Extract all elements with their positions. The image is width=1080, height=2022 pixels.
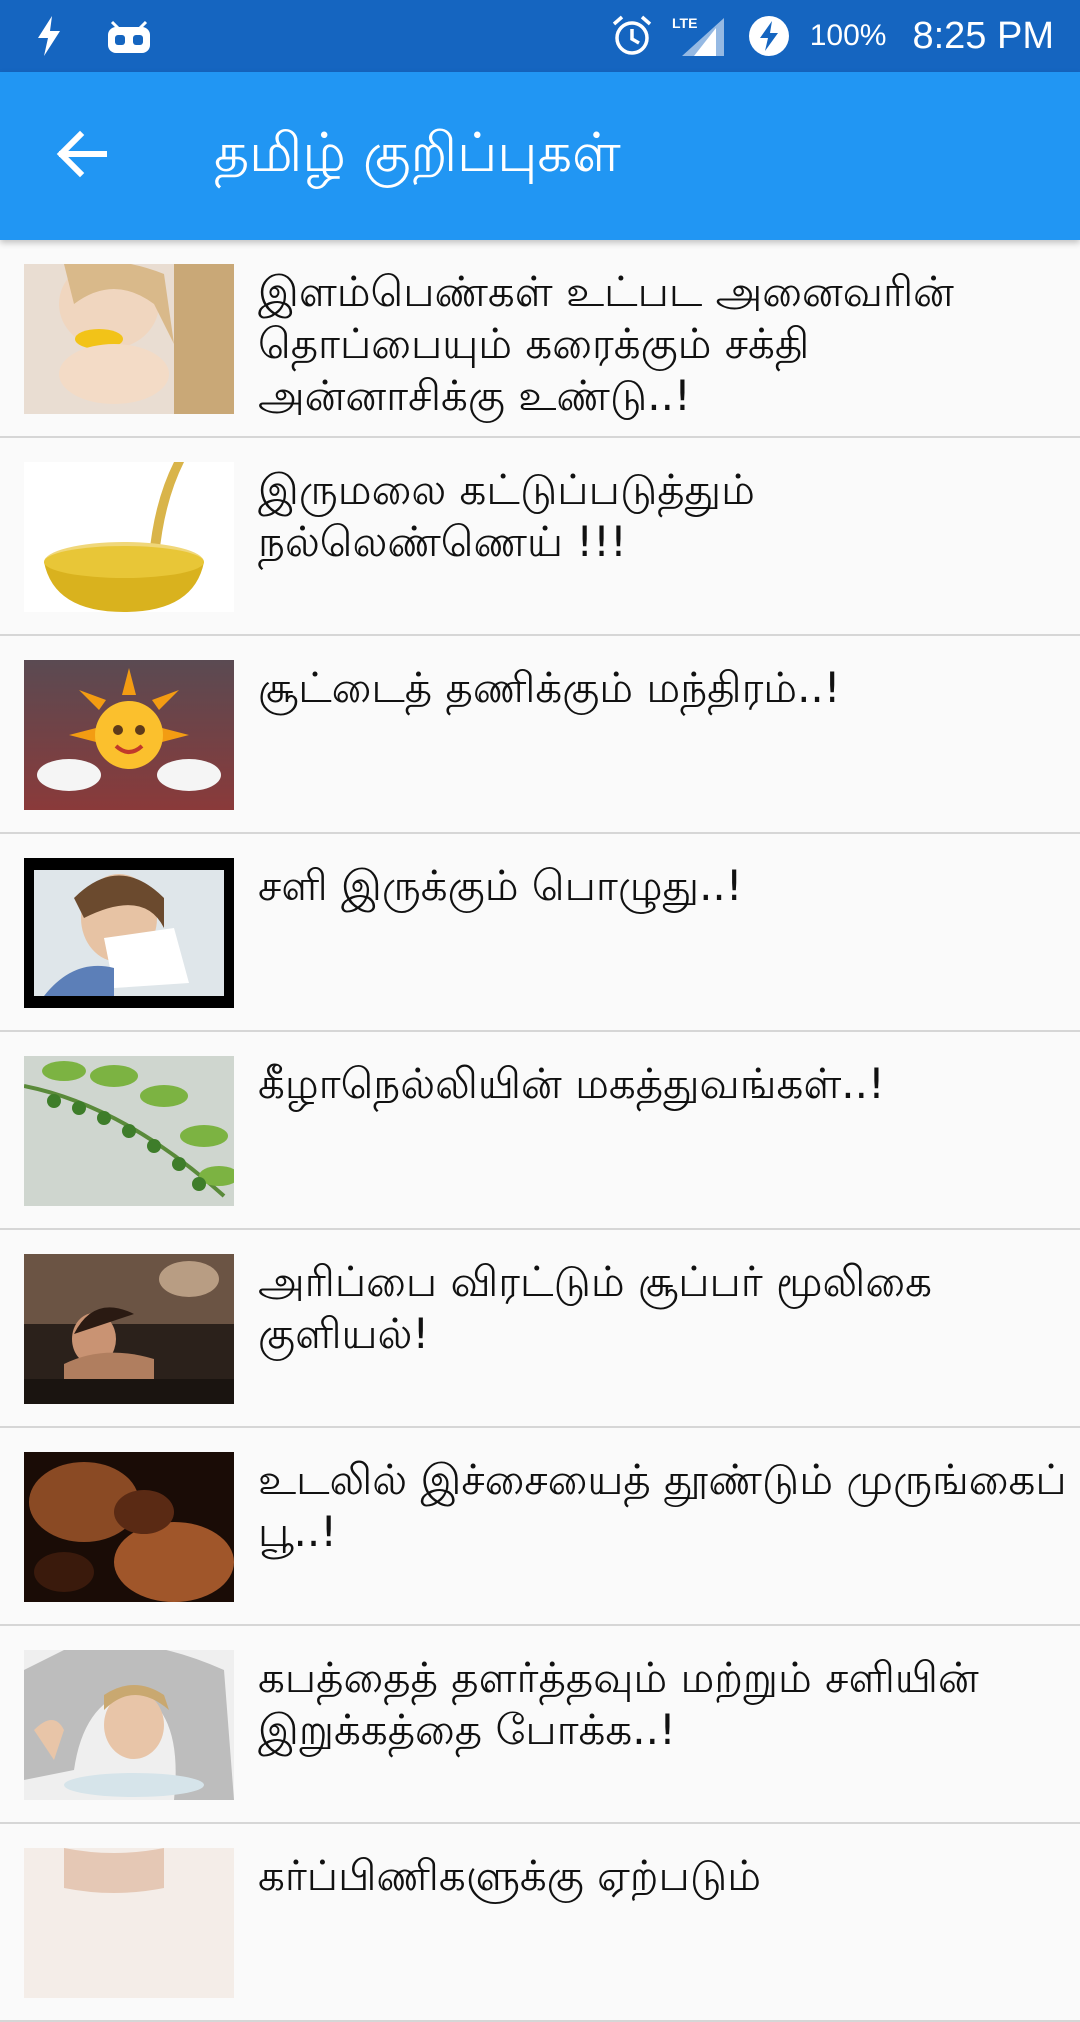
- android-icon: [106, 18, 152, 54]
- clock: 8:25 PM: [912, 14, 1054, 57]
- lte-signal-icon: LTE: [672, 14, 728, 58]
- thumbnail-image: [24, 1254, 234, 1404]
- thumbnail-image: [24, 660, 234, 810]
- list-item[interactable]: சூட்டைத் தணிக்கும் மந்திரம்..!: [0, 636, 1080, 834]
- app-bar: தமிழ் குறிப்புகள்: [0, 72, 1080, 240]
- list-item-title: கபத்தைத் தளர்த்தவும் மற்றும் சளியின் இறு…: [258, 1653, 979, 1754]
- list-item-title: உடலில் இச்சையைத் தூண்டும் முருங்கைப் பூ.…: [258, 1455, 1067, 1556]
- list-item[interactable]: இளம்பெண்கள் உட்பட அனைவரின் தொப்பையும் கர…: [0, 240, 1080, 438]
- article-list: இளம்பெண்கள் உட்பட அனைவரின் தொப்பையும் கர…: [0, 240, 1080, 2022]
- thumbnail-image: [24, 462, 234, 612]
- list-item-title: கீழாநெல்லியின் மகத்துவங்கள்..!: [258, 1059, 885, 1108]
- list-item[interactable]: கபத்தைத் தளர்த்தவும் மற்றும் சளியின் இறு…: [0, 1626, 1080, 1824]
- list-item[interactable]: சளி இருக்கும் பொழுது..!: [0, 834, 1080, 1032]
- battery-charging-icon: [746, 13, 792, 59]
- page-title: தமிழ் குறிப்புகள்: [214, 120, 621, 184]
- flash-icon: [36, 16, 62, 56]
- list-item-title: இளம்பெண்கள் உட்பட அனைவரின் தொப்பையும் கர…: [258, 267, 954, 420]
- lte-label: LTE: [672, 15, 697, 31]
- thumbnail-image: [24, 1650, 234, 1800]
- arrow-back-icon: [56, 130, 108, 182]
- list-item-title: அரிப்பை விரட்டும் சூப்பர் மூலிகை குளியல்…: [258, 1257, 932, 1358]
- list-item-title: சூட்டைத் தணிக்கும் மந்திரம்..!: [258, 663, 841, 712]
- thumbnail-image: [24, 264, 234, 414]
- list-item[interactable]: இருமலை கட்டுப்படுத்தும் நல்லெண்ணெய் !!!: [0, 438, 1080, 636]
- list-item[interactable]: கீழாநெல்லியின் மகத்துவங்கள்..!: [0, 1032, 1080, 1230]
- battery-level: 100%: [809, 19, 887, 52]
- alarm-icon: [610, 14, 654, 58]
- list-item-title: கர்ப்பிணிகளுக்கு ஏற்படும்: [258, 1851, 761, 1900]
- list-item-title: சளி இருக்கும் பொழுது..!: [258, 861, 743, 910]
- thumbnail-image: [24, 1452, 234, 1602]
- list-item-title: இருமலை கட்டுப்படுத்தும் நல்லெண்ணெய் !!!: [258, 465, 755, 566]
- list-item[interactable]: உடலில் இச்சையைத் தூண்டும் முருங்கைப் பூ.…: [0, 1428, 1080, 1626]
- thumbnail-image: [24, 1056, 234, 1206]
- list-item[interactable]: கர்ப்பிணிகளுக்கு ஏற்படும்: [0, 1824, 1080, 2022]
- thumbnail-image: [24, 858, 234, 1008]
- back-button[interactable]: [32, 106, 132, 206]
- status-bar: LTE 100% 8:25 PM: [0, 0, 1080, 72]
- list-item[interactable]: அரிப்பை விரட்டும் சூப்பர் மூலிகை குளியல்…: [0, 1230, 1080, 1428]
- thumbnail-image: [24, 1848, 234, 1998]
